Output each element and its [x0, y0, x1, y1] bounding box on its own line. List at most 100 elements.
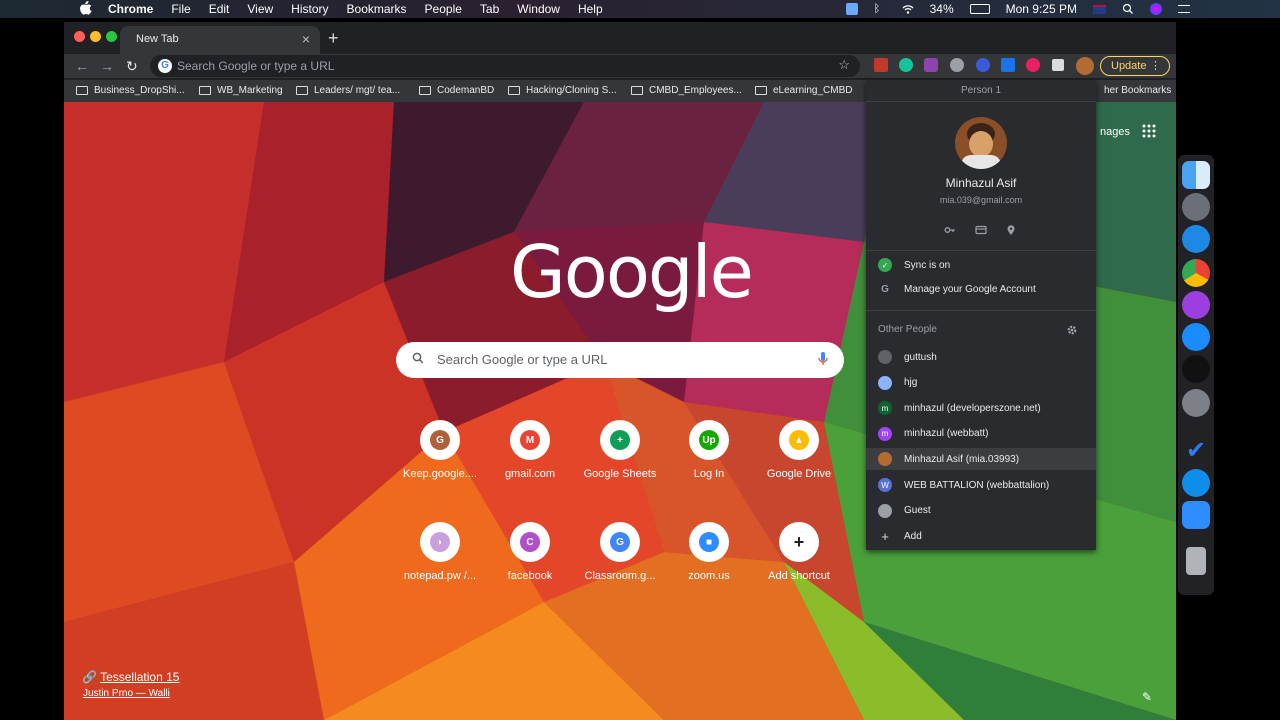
profile-person-label: hjg: [904, 377, 918, 389]
reload-icon[interactable]: ↻: [126, 58, 138, 75]
manage-account-row[interactable]: G Manage your Google Account: [878, 278, 1088, 300]
forward-arrow-icon[interactable]: →: [100, 58, 114, 74]
trash-icon[interactable]: [1186, 547, 1206, 575]
extensions-puzzle-icon[interactable]: [1052, 59, 1064, 71]
zoom-window-button[interactable]: [106, 31, 117, 42]
credit-author[interactable]: Justin Prno — Walli: [83, 688, 170, 699]
customize-pencil-icon[interactable]: ✎: [1142, 690, 1152, 704]
passwords-key-icon[interactable]: [944, 224, 956, 236]
profile-person-row[interactable]: Guest: [878, 500, 1088, 522]
extension-s-icon[interactable]: [1001, 58, 1015, 72]
battery-percent: 34%: [929, 2, 954, 16]
credit-title[interactable]: Tessellation 15: [100, 670, 179, 684]
shortcut-tile[interactable]: Cfacebook: [485, 522, 575, 582]
profile-person-row[interactable]: + Add: [878, 525, 1088, 547]
minimize-window-button[interactable]: [90, 31, 101, 42]
extension-badge-icon[interactable]: [976, 58, 990, 72]
battery-icon[interactable]: [969, 4, 990, 14]
shortcut-tile[interactable]: + Google Sheets: [575, 420, 665, 480]
app-name[interactable]: Chrome: [108, 2, 153, 16]
apple-icon[interactable]: [80, 1, 92, 15]
shortcut-tile[interactable]: ■ zoom.us: [664, 522, 754, 582]
profile-person-row[interactable]: Minhazul Asif (mia.03993): [866, 448, 1096, 471]
screen-share-icon[interactable]: [845, 3, 858, 15]
profile-person-row[interactable]: m minhazul (webbatt): [878, 423, 1088, 445]
microphone-icon[interactable]: [818, 352, 828, 366]
omnibox[interactable]: G Search Google or type a URL ☆: [150, 55, 860, 77]
profile-avatar-button[interactable]: [1076, 57, 1094, 75]
shortcut-favicon-icon: ▲: [779, 420, 819, 460]
bookmark-folder[interactable]: Business_DropShi...: [76, 85, 185, 96]
ntp-search-box[interactable]: Search Google or type a URL: [396, 342, 844, 378]
chrome-dock-icon[interactable]: [1182, 259, 1210, 287]
close-window-button[interactable]: [74, 31, 85, 42]
wifi-icon[interactable]: [902, 3, 914, 15]
new-tab-plus-icon[interactable]: +: [328, 28, 339, 49]
back-arrow-icon[interactable]: ←: [75, 58, 89, 74]
menu-help[interactable]: Help: [578, 2, 603, 16]
podcasts-icon[interactable]: [1182, 291, 1210, 319]
menu-edit[interactable]: Edit: [209, 2, 230, 16]
close-tab-icon[interactable]: ×: [302, 31, 310, 47]
google-apps-grid-icon[interactable]: [1142, 124, 1156, 138]
menubar-clock[interactable]: Mon 9:25 PM: [1006, 2, 1077, 16]
bookmark-folder[interactable]: CodemanBD: [419, 85, 494, 96]
menu-history[interactable]: History: [291, 2, 328, 16]
launchpad-icon[interactable]: [1182, 193, 1210, 221]
profile-person-row[interactable]: m minhazul (developerszone.net): [878, 397, 1088, 419]
payment-card-icon[interactable]: [975, 224, 987, 236]
manage-people-gear-icon[interactable]: [1066, 324, 1078, 336]
menu-file[interactable]: File: [171, 2, 190, 16]
addresses-pin-icon[interactable]: [1005, 224, 1017, 236]
bluetooth-icon[interactable]: ᛒ: [874, 3, 886, 15]
sync-status-row[interactable]: ✓ Sync is on: [878, 254, 1088, 276]
extension-brush-icon[interactable]: [874, 58, 888, 72]
spotlight-search-icon[interactable]: [1122, 3, 1134, 15]
background-credit[interactable]: 🔗 Tessellation 15: [82, 670, 179, 684]
safari-icon[interactable]: [1182, 225, 1210, 253]
app-store-icon[interactable]: [1182, 323, 1210, 351]
profile-person-row[interactable]: hjg: [878, 372, 1088, 394]
teamviewer-icon[interactable]: [1182, 469, 1210, 497]
shortcut-tile[interactable]: ◗ notepad.pw /...: [395, 522, 485, 582]
menu-window[interactable]: Window: [517, 2, 560, 16]
person-avatar-icon: [878, 350, 892, 364]
shortcut-tile[interactable]: G Classroom.g...: [575, 522, 665, 582]
apple-tv-icon[interactable]: [1182, 355, 1210, 383]
other-bookmarks[interactable]: her Bookmarks: [1104, 85, 1171, 96]
bookmark-star-icon[interactable]: ☆: [838, 57, 850, 73]
profile-person-row[interactable]: W WEB BATTALION (webbattalion): [878, 474, 1088, 496]
menu-view[interactable]: View: [247, 2, 273, 16]
zoom-dock-icon[interactable]: [1182, 501, 1210, 529]
extension-globe-icon[interactable]: [950, 58, 964, 72]
notification-center-icon[interactable]: [1178, 5, 1190, 13]
shortcut-tile[interactable]: Mgmail.com: [485, 420, 575, 480]
uk-flag-icon[interactable]: [1093, 4, 1106, 14]
extension-grammarly-icon[interactable]: [899, 58, 913, 72]
kebab-menu-icon[interactable]: ⋮: [1150, 59, 1161, 72]
tab-new-tab[interactable]: New Tab ×: [120, 26, 320, 54]
menu-tab[interactable]: Tab: [480, 2, 499, 16]
extension-feather-icon[interactable]: [924, 58, 938, 72]
finder-icon[interactable]: [1182, 161, 1210, 189]
shortcut-tile[interactable]: + Add shortcut: [754, 522, 844, 582]
bookmark-folder[interactable]: Leaders/ mgt/ tea...: [296, 85, 400, 96]
extension-owl-icon[interactable]: [1026, 58, 1040, 72]
menu-bookmarks[interactable]: Bookmarks: [347, 2, 407, 16]
profile-person-row[interactable]: guttush: [878, 346, 1088, 368]
shortcut-tile[interactable]: G Keep.google....: [395, 420, 485, 480]
system-preferences-icon[interactable]: [1182, 389, 1210, 417]
shortcut-favicon-icon: G: [600, 522, 640, 562]
bookmark-folder[interactable]: WB_Marketing: [199, 85, 283, 96]
update-button[interactable]: Update ⋮: [1100, 56, 1170, 76]
todo-check-icon[interactable]: ✔: [1182, 437, 1210, 465]
siri-icon[interactable]: [1150, 3, 1162, 15]
shortcut-label: Log In: [693, 468, 725, 480]
bookmark-folder[interactable]: Hacking/Cloning S...: [508, 85, 617, 96]
menu-people[interactable]: People: [425, 2, 462, 16]
bookmark-folder[interactable]: CMBD_Employees...: [631, 85, 742, 96]
shortcut-tile[interactable]: Up Log In: [664, 420, 754, 480]
bookmark-folder[interactable]: eLearning_CMBD: [755, 85, 853, 96]
shortcut-tile[interactable]: ▲ Google Drive: [754, 420, 844, 480]
images-link[interactable]: nages: [1100, 126, 1130, 138]
